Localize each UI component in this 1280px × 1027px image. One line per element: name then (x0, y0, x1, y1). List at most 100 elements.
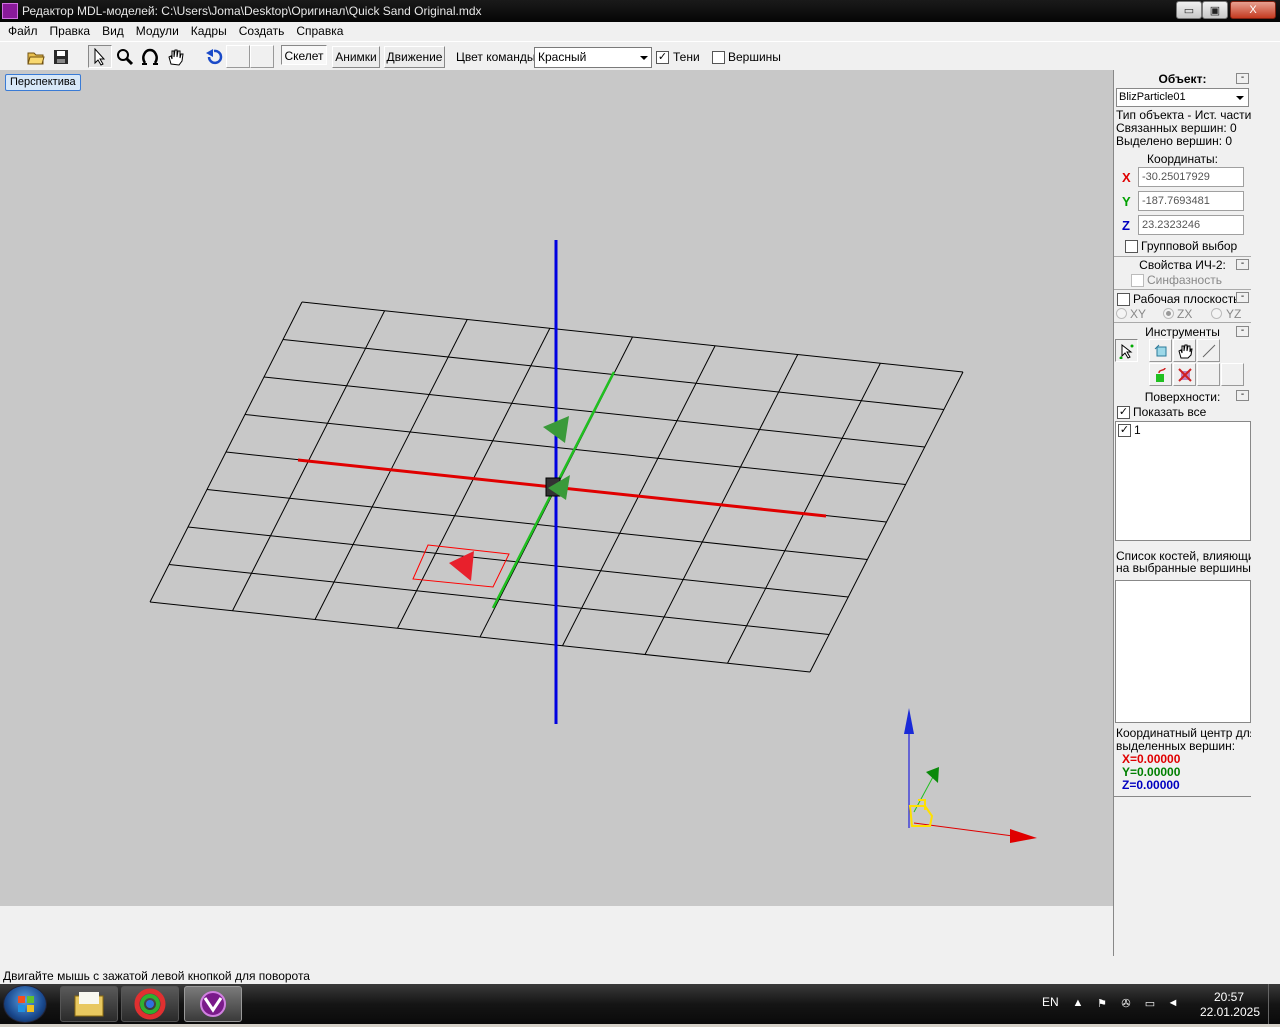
taskbar-explorer-button[interactable] (60, 986, 118, 1022)
menu-frames[interactable]: Кадры (185, 22, 233, 41)
pan-tool-button[interactable] (163, 45, 187, 68)
tab-anim[interactable]: Анимки (332, 46, 380, 68)
select-vertices-icon (1119, 343, 1133, 359)
tool-delete-button[interactable] (1173, 363, 1196, 386)
open-button[interactable] (24, 45, 48, 68)
arrow-cursor-icon (94, 47, 106, 66)
show-all-checkbox[interactable]: ✓ (1117, 406, 1130, 419)
tray-flag-icon[interactable]: ⚑ (1095, 997, 1109, 1011)
object-select[interactable]: BlizParticle01 (1116, 88, 1249, 107)
status-text: Двигайте мышь с зажатой левой кнопкой дл… (3, 969, 310, 983)
clock-time: 20:57 (1213, 990, 1244, 1004)
props-header: Свойства ИЧ-2: (1139, 258, 1226, 272)
sync-checkbox[interactable] (1131, 274, 1144, 287)
menu-file[interactable]: Файл (2, 22, 44, 41)
group-select-checkbox[interactable] (1125, 240, 1138, 253)
colorful-swirl-icon (134, 988, 166, 1020)
surfaces-collapse-button[interactable]: - (1236, 390, 1249, 401)
object-collapse-button[interactable]: - (1236, 73, 1249, 84)
tray-expand-icon[interactable]: ▲ (1071, 997, 1085, 1011)
show-all-label: Показать все (1133, 405, 1207, 419)
maximize-button[interactable]: ▣ (1202, 1, 1228, 19)
tool-line-button[interactable] (1197, 339, 1220, 362)
3d-viewport[interactable]: Перспектива (0, 70, 1113, 906)
tools-header: Инструменты (1145, 325, 1220, 339)
tool-blank-button-2[interactable] (1221, 363, 1244, 386)
tool-pan-button[interactable] (1173, 339, 1196, 362)
menu-edit[interactable]: Правка (44, 22, 97, 41)
plane-zx-radio[interactable] (1163, 308, 1174, 319)
extrude-icon (1155, 367, 1166, 382)
menu-modules[interactable]: Модули (130, 22, 185, 41)
menu-create[interactable]: Создать (233, 22, 291, 41)
folder-icon (74, 992, 104, 1017)
select-tool-button[interactable] (88, 45, 112, 68)
tab-skeleton[interactable]: Скелет (281, 45, 327, 65)
undo-icon (206, 48, 223, 64)
save-disk-icon (54, 49, 68, 64)
rotate-omega-icon (142, 48, 158, 65)
mini-x-axis (913, 822, 1014, 837)
tray-app-icon[interactable]: ✇ (1119, 997, 1133, 1011)
toolbar-blank-button-2[interactable] (250, 45, 274, 68)
workplane-label: Рабочая плоскость (1133, 292, 1240, 306)
open-folder-icon (27, 52, 45, 64)
viewport-bottom-area (0, 906, 1113, 956)
shadows-checkbox[interactable]: ✓ (656, 51, 669, 64)
tool-extrude-button[interactable] (1149, 363, 1172, 386)
hand-icon (168, 49, 184, 66)
z-coord-input[interactable]: 23.2323246 (1138, 215, 1244, 235)
panel-right-margin (1251, 70, 1280, 956)
close-button[interactable]: X (1230, 1, 1276, 19)
rotate-tool-button[interactable] (138, 45, 162, 68)
zoom-tool-button[interactable] (113, 45, 137, 68)
menu-view[interactable]: Вид (96, 22, 130, 41)
undo-button[interactable] (202, 45, 226, 68)
tool-transform-button[interactable] (1149, 339, 1172, 362)
workplane-collapse-button[interactable]: - (1236, 292, 1249, 303)
y-coord-input[interactable]: -187.7693481 (1138, 191, 1244, 211)
menu-help[interactable]: Справка (290, 22, 349, 41)
taskbar-mdl-editor-button[interactable] (184, 986, 242, 1022)
magnifier-icon (117, 48, 134, 65)
show-desktop-button[interactable] (1268, 984, 1280, 1024)
surface-item-checkbox[interactable]: ✓ (1118, 424, 1131, 437)
bones-list[interactable] (1115, 580, 1251, 723)
sync-label: Синфазность (1147, 273, 1222, 287)
chevron-down-icon (1236, 96, 1244, 100)
tray-language[interactable]: EN (1042, 995, 1059, 1009)
tool-blank-button-1[interactable] (1197, 363, 1220, 386)
tray-volume-icon[interactable]: ◄ (1166, 997, 1180, 1011)
team-color-select[interactable]: Красный (534, 47, 652, 68)
mini-x-arrow (1010, 829, 1037, 843)
workplane-checkbox[interactable] (1117, 293, 1130, 306)
save-button[interactable] (49, 45, 73, 68)
menu-bar: Файл Правка Вид Модули Кадры Создать Спр… (0, 22, 1280, 41)
toolbar-blank-button-1[interactable] (226, 45, 250, 68)
x-coord-input[interactable]: -30.25017929 (1138, 167, 1244, 187)
title-bar: Редактор MDL-моделей: C:\Users\Joma\Desk… (0, 0, 1280, 22)
line-icon (1202, 344, 1215, 357)
chevron-down-icon (640, 56, 648, 60)
tools-collapse-button[interactable]: - (1236, 326, 1249, 337)
mini-origin-box (908, 799, 934, 827)
surfaces-list[interactable]: ✓ 1 (1115, 421, 1251, 541)
minimize-button[interactable]: ▭ (1176, 1, 1202, 19)
tab-motion[interactable]: Движение (384, 46, 445, 68)
plane-yz-radio[interactable] (1211, 308, 1222, 319)
perspective-button[interactable]: Перспектива (5, 74, 81, 91)
props-collapse-button[interactable]: - (1236, 259, 1249, 270)
vertices-checkbox[interactable] (712, 51, 725, 64)
team-color-value: Красный (538, 50, 587, 64)
window-title: Редактор MDL-моделей: C:\Users\Joma\Desk… (22, 4, 482, 18)
taskbar-browser-button[interactable] (121, 986, 179, 1022)
start-button[interactable] (3, 985, 47, 1023)
taskbar: EN ▲ ⚑ ✇ ▭ ◄ 20:57 22.01.2025 (0, 984, 1280, 1024)
tool-select-vertices-button[interactable] (1115, 339, 1138, 362)
surface-item-label: 1 (1134, 423, 1141, 437)
tray-clock[interactable]: 20:57 22.01.2025 (1180, 990, 1260, 1020)
app-icon (2, 3, 18, 19)
plane-xy-radio[interactable] (1116, 308, 1127, 319)
tray-network-icon[interactable]: ▭ (1143, 997, 1157, 1011)
surfaces-header: Поверхности: (1144, 390, 1221, 404)
